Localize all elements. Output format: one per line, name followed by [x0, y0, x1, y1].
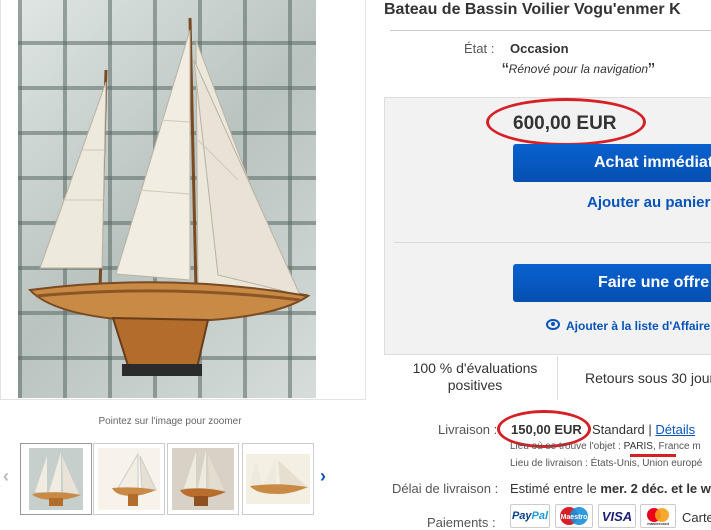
thumbnail-sailboat-icon: [98, 448, 160, 510]
thumbnail-sailboat-icon: [29, 448, 83, 510]
shipping-method: Standard | Détails: [592, 422, 695, 437]
delivery-prefix: Estimé entre le: [510, 481, 597, 496]
price-annotation-circle: [486, 98, 646, 146]
thumbnail-sailboat-icon: [172, 448, 234, 510]
delivery-date: mer. 2 déc. et le w: [600, 481, 711, 496]
thumbnail-3[interactable]: [167, 443, 239, 515]
maestro-logo-icon: Maestro: [555, 504, 593, 528]
item-location: Lieu où se trouve l'objet : PARIS, Franc…: [510, 441, 701, 452]
mastercard-logo-icon: mastercard: [640, 504, 676, 528]
eye-icon: [546, 319, 560, 330]
ships-to-label: Lieu de livraison :: [510, 458, 588, 469]
thumbnail-4[interactable]: [242, 443, 314, 515]
thumbnail-prev-arrow-icon[interactable]: ‹: [3, 466, 9, 487]
shipping-method-text: Standard: [592, 422, 645, 437]
open-quote-icon: “: [502, 60, 509, 82]
thumbnail-sailboat-icon: [246, 454, 310, 504]
stats-divider: [557, 356, 558, 400]
zoom-hint: Pointez sur l'image pour zoomer: [98, 416, 242, 427]
delivery-time-value: Estimé entre le mer. 2 déc. et le w: [510, 481, 711, 496]
delivery-time-label: Délai de livraison :: [392, 481, 499, 496]
condition-note: “Rénové pour la navigation”: [502, 60, 655, 83]
maestro-circles-icon: Maestro: [560, 507, 588, 525]
shipping-details-link[interactable]: Détails: [655, 422, 695, 437]
item-location-label: Lieu où se trouve l'objet :: [510, 441, 621, 452]
ships-to: Lieu de livraison : États-Unis, Union eu…: [510, 458, 702, 469]
maestro-text: Maestro: [561, 514, 588, 521]
item-title: Bateau de Bassin Voilier Vogu'enmer K: [384, 1, 681, 18]
condition-note-text: Rénové pour la navigation: [508, 62, 649, 76]
item-location-rest: , France m: [652, 441, 701, 452]
make-offer-button[interactable]: Faire une offre: [513, 264, 711, 302]
add-to-cart-link[interactable]: Ajouter au panier: [587, 194, 710, 211]
paypal-text-a: Pay: [511, 510, 532, 522]
shipping-separator: |: [648, 422, 652, 437]
ships-to-value: États-Unis, Union europé: [590, 458, 703, 469]
mastercard-circles-icon: mastercard: [647, 508, 669, 526]
positive-feedback: 100 % d'évaluations positives: [412, 360, 538, 393]
item-location-city: PARIS: [623, 441, 653, 452]
cards-label: Carte: [682, 510, 711, 525]
main-product-image[interactable]: [18, 0, 316, 398]
returns-policy: Retours sous 30 jours: [585, 370, 711, 386]
buy-box-divider: [394, 242, 711, 243]
thumbnail-next-arrow-icon[interactable]: ›: [320, 466, 326, 487]
condition-label: État :: [464, 41, 495, 56]
mastercard-text: mastercard: [647, 521, 669, 526]
shipping-label: Livraison :: [438, 422, 498, 437]
thumbnail-2[interactable]: [93, 443, 165, 515]
visa-logo-icon: VISA: [598, 504, 636, 528]
condition-value: Occasion: [510, 41, 569, 56]
paypal-text-b: Pal: [531, 510, 549, 522]
watchlist-label: Ajouter à la liste d'Affaires: [566, 319, 711, 333]
add-to-watchlist-link[interactable]: Ajouter à la liste d'Affaires: [546, 319, 711, 333]
buy-now-button[interactable]: Achat immédiat: [513, 144, 711, 182]
title-divider: [390, 30, 711, 31]
sailboat-illustration: [27, 17, 311, 376]
location-annotation-underline: [630, 454, 676, 457]
thumbnail-1[interactable]: [20, 443, 92, 515]
close-quote-icon: ”: [648, 60, 655, 82]
paypal-logo-icon: Pay Pal: [510, 504, 550, 528]
